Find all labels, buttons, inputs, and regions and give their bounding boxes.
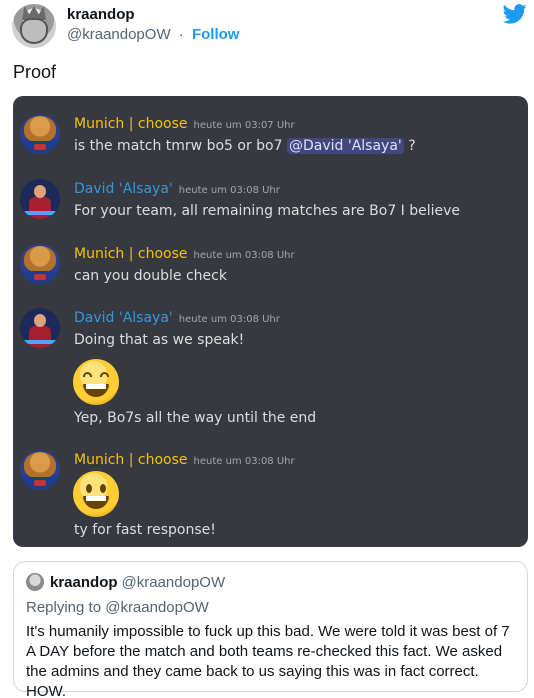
author-name[interactable]: kraandop	[67, 6, 135, 23]
discord-screenshot: Munich | choose heute um 03:07 Uhr is the…	[13, 96, 528, 547]
munich-avatar	[20, 244, 60, 284]
username-text: Munich | choose	[74, 246, 188, 262]
quoted-author-name: kraandop	[50, 574, 118, 591]
message-username: David 'Alsaya' heute um 03:08 Uhr	[74, 181, 280, 197]
message-username: Munich | choose heute um 03:07 Uhr	[74, 116, 295, 132]
message-timestamp: heute um 03:08 Uhr	[178, 314, 280, 325]
separator-dot: ·	[178, 26, 184, 43]
munich-avatar	[20, 450, 60, 490]
grinning-face-emoji	[73, 471, 119, 517]
follow-button[interactable]: Follow	[192, 26, 240, 43]
quoted-author-handle: @kraandopOW	[121, 574, 226, 591]
author-handle-line: @kraandopOW · Follow	[67, 26, 239, 43]
message-text-part: is the match tmrw bo5 or bo7	[74, 138, 287, 154]
message-timestamp: heute um 03:08 Uhr	[193, 456, 295, 467]
message-username: David 'Alsaya' heute um 03:08 Uhr	[74, 310, 280, 326]
message-text: ty for fast response!	[74, 522, 216, 538]
message-text: can you double check	[74, 268, 227, 284]
message-username: Munich | choose heute um 03:08 Uhr	[74, 452, 295, 468]
message-username: Munich | choose heute um 03:08 Uhr	[74, 246, 295, 262]
quoted-author-avatar	[26, 573, 44, 591]
message-text: For your team, all remaining matches are…	[74, 203, 461, 219]
twitter-bird-icon[interactable]	[503, 4, 527, 24]
quoted-tweet-text: It's humanily impossible to fuck up this…	[26, 623, 510, 698]
message-text: Yep, Bo7s all the way until the end	[74, 410, 317, 426]
message-timestamp: heute um 03:08 Uhr	[193, 250, 295, 261]
david-avatar	[20, 308, 60, 348]
username-text: David 'Alsaya'	[74, 310, 173, 326]
message-text: is the match tmrw bo5 or bo7 @David 'Als…	[74, 138, 416, 154]
username-text: David 'Alsaya'	[74, 181, 173, 197]
quoted-author: kraandop @kraandopOW	[50, 574, 225, 591]
message-timestamp: heute um 03:08 Uhr	[178, 185, 280, 196]
username-text: Munich | choose	[74, 116, 188, 132]
munich-avatar	[20, 114, 60, 154]
grinning-squinting-face-emoji	[73, 359, 119, 405]
david-avatar	[20, 179, 60, 219]
message-timestamp: heute um 03:07 Uhr	[193, 120, 295, 131]
tweet-header: kraandop @kraandopOW · Follow	[12, 4, 527, 48]
replying-to-label: Replying to @kraandopOW	[26, 599, 209, 616]
quoted-tweet[interactable]: kraandop @kraandopOW Replying to @kraando…	[13, 561, 528, 698]
message-text: Doing that as we speak!	[74, 332, 245, 348]
username-text: Munich | choose	[74, 452, 188, 468]
author-avatar[interactable]	[12, 4, 56, 48]
message-text-part: ?	[403, 138, 416, 154]
author-handle[interactable]: @kraandopOW	[67, 26, 171, 43]
tweet-text: Proof	[13, 62, 57, 82]
user-mention: @David 'Alsaya'	[286, 138, 404, 154]
